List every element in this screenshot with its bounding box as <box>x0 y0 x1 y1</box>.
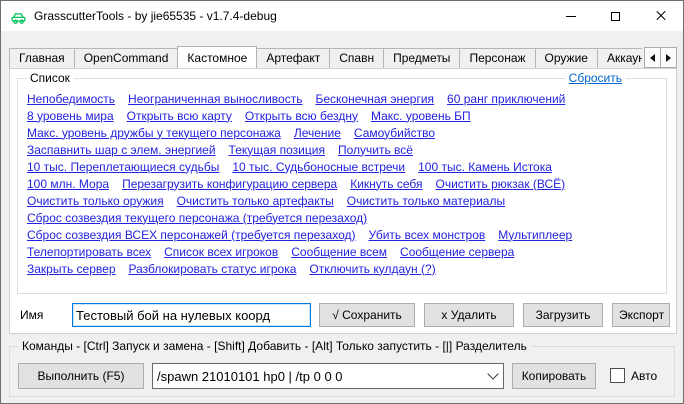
command-link[interactable]: Сообщение всем <box>291 245 387 259</box>
link-row: Телепортировать всех Список всех игроков С… <box>27 243 658 260</box>
tab-5[interactable]: Спавн <box>329 48 384 68</box>
chevron-down-icon <box>487 368 498 379</box>
tab-bar: ГлавнаяOpenCommandКастомноеАртефактСпавн… <box>9 45 642 68</box>
link-row: Сброс созвездия ВСЕХ персонажей (требует… <box>27 226 658 243</box>
link-row: 10 тыс. Переплетающиеся судьбы 10 тыс. Су… <box>27 158 658 175</box>
command-link[interactable]: Лечение <box>294 126 341 140</box>
command-link[interactable]: Получить всё <box>338 143 413 157</box>
command-link[interactable]: Разблокировать статус игрока <box>129 262 297 276</box>
link-row: Непобедимость Неограниченная выносливость… <box>27 90 658 107</box>
tab-9[interactable]: Аккаунт <box>597 48 642 68</box>
titlebar: GrasscutterTools - by jie65535 - v1.7.4-… <box>1 1 683 31</box>
command-link[interactable]: Макс. уровень дружбы у текущего персонаж… <box>27 126 281 140</box>
command-link[interactable]: 10 тыс. Судьбоносные встречи <box>232 160 405 174</box>
command-link[interactable]: Бесконечная энергия <box>315 92 434 106</box>
command-link[interactable]: Кикнуть себя <box>350 177 422 191</box>
command-link[interactable]: Очистить только материалы <box>347 194 505 208</box>
list-groupbox-title: Список <box>26 71 74 86</box>
tab-8[interactable]: Оружие <box>535 48 598 68</box>
command-combobox[interactable] <box>152 363 504 389</box>
tab-4[interactable]: Артефакт <box>256 48 330 68</box>
command-link[interactable]: Самоубийство <box>354 126 435 140</box>
minimize-icon <box>566 16 576 17</box>
command-link[interactable]: Сообщение сервера <box>400 245 514 259</box>
triangle-right-icon <box>666 54 671 62</box>
command-link[interactable]: Отключить кулдаун (?) <box>309 262 435 276</box>
command-link[interactable]: Телепортировать всех <box>27 245 151 259</box>
tab-scroll-left-button[interactable] <box>644 47 661 68</box>
close-button[interactable] <box>638 1 683 31</box>
command-link[interactable]: Мультиплеер <box>498 228 572 242</box>
tab-2[interactable]: OpenCommand <box>74 48 179 68</box>
command-link[interactable]: 100 тыс. Камень Истока <box>418 160 552 174</box>
command-link[interactable]: Закрыть сервер <box>27 262 116 276</box>
tab-page-custom: Список Сбросить Непобедимость Неограничен… <box>9 68 677 334</box>
command-link[interactable]: Очистить только артефакты <box>177 194 334 208</box>
tab-strip: ГлавнаяOpenCommandКастомноеАртефактСпавн… <box>9 46 677 68</box>
app-logo-icon <box>10 8 27 25</box>
command-link[interactable]: Текущая позиция <box>229 143 325 157</box>
link-row: Закрыть сервер Разблокировать статус игро… <box>27 260 658 277</box>
close-icon <box>655 10 667 22</box>
reset-link[interactable]: Сбросить <box>565 71 626 86</box>
checkbox-unchecked-icon <box>610 368 625 383</box>
command-link[interactable]: Неограниченная выносливость <box>128 92 302 106</box>
name-input[interactable] <box>72 303 311 327</box>
commands-groupbox: Команды - [Ctrl] Запуск и замена - [Shif… <box>9 346 675 397</box>
command-link[interactable]: 100 млн. Мора <box>27 177 109 191</box>
link-row: Заспавнить шар с элем. энергией Текущая п… <box>27 141 658 158</box>
maximize-icon <box>611 12 620 21</box>
command-link[interactable]: Макс. уровень БП <box>371 109 471 123</box>
link-row: Сброс созвездия текущего персонажа (треб… <box>27 209 658 226</box>
command-link[interactable]: 10 тыс. Переплетающиеся судьбы <box>27 160 219 174</box>
command-link[interactable]: Очистить рюкзак (ВСЁ) <box>436 177 566 191</box>
tab-1[interactable]: Главная <box>9 48 75 68</box>
link-row: 8 уровень мира Открыть всю карту Открыть в… <box>27 107 658 124</box>
name-label: Имя <box>20 308 43 322</box>
auto-checkbox[interactable]: Авто <box>610 368 657 383</box>
tab-6[interactable]: Предметы <box>383 48 460 68</box>
run-button[interactable]: Выполнить (F5) <box>18 363 144 389</box>
app-window: GrasscutterTools - by jie65535 - v1.7.4-… <box>0 0 684 404</box>
command-link[interactable]: Убить всех монстров <box>368 228 485 242</box>
list-groupbox: Список Сбросить НепобедимостьНеограничен… <box>17 78 667 294</box>
command-link[interactable]: Сброс созвездия текущего персонажа (треб… <box>27 211 367 225</box>
load-button[interactable]: Загрузить <box>523 303 603 327</box>
link-row: Макс. уровень дружбы у текущего персонаж… <box>27 124 658 141</box>
command-link[interactable]: 60 ранг приключений <box>447 92 565 106</box>
maximize-button[interactable] <box>593 1 638 31</box>
command-link[interactable]: Открыть всю бездну <box>245 109 358 123</box>
commands-groupbox-title: Команды - [Ctrl] Запуск и замена - [Shif… <box>18 339 531 354</box>
triangle-left-icon <box>650 54 655 62</box>
combobox-dropdown-button[interactable] <box>483 364 503 388</box>
tab-7[interactable]: Персонаж <box>459 48 535 68</box>
command-link[interactable]: Очистить только оружия <box>27 194 164 208</box>
copy-button[interactable]: Копировать <box>512 363 596 389</box>
command-link[interactable]: Открыть всю карту <box>127 109 232 123</box>
link-row: 100 млн. Мора Перезагрузить конфигурацию … <box>27 175 658 192</box>
command-link[interactable]: Непобедимость <box>27 92 115 106</box>
name-buttons: √ Сохранить x Удалить Загрузить Экспорт <box>319 303 670 327</box>
tab-3[interactable]: Кастомное <box>177 46 257 68</box>
command-link[interactable]: Заспавнить шар с элем. энергией <box>27 143 216 157</box>
save-button[interactable]: √ Сохранить <box>319 303 415 327</box>
command-input[interactable] <box>153 364 483 388</box>
delete-button[interactable]: x Удалить <box>424 303 514 327</box>
auto-checkbox-label: Авто <box>631 369 657 383</box>
command-link[interactable]: Перезагрузить конфигурацию сервера <box>122 177 337 191</box>
tab-scroll-buttons <box>644 47 677 68</box>
tab-scroll-right-button[interactable] <box>660 47 677 68</box>
titlebar-buttons <box>548 1 683 31</box>
command-link[interactable]: Сброс созвездия ВСЕХ персонажей (требует… <box>27 228 355 242</box>
name-row: Имя √ Сохранить x Удалить Загрузить Экспорт <box>10 303 676 329</box>
export-button[interactable]: Экспорт <box>612 303 670 327</box>
minimize-button[interactable] <box>548 1 593 31</box>
command-link-list: Непобедимость Неограниченная выносливость… <box>18 79 666 277</box>
command-link[interactable]: 8 уровень мира <box>27 109 114 123</box>
window-title: GrasscutterTools - by jie65535 - v1.7.4-… <box>34 9 277 23</box>
command-link[interactable]: Список всех игроков <box>164 245 278 259</box>
link-row: Очистить только оружия Очистить только ар… <box>27 192 658 209</box>
